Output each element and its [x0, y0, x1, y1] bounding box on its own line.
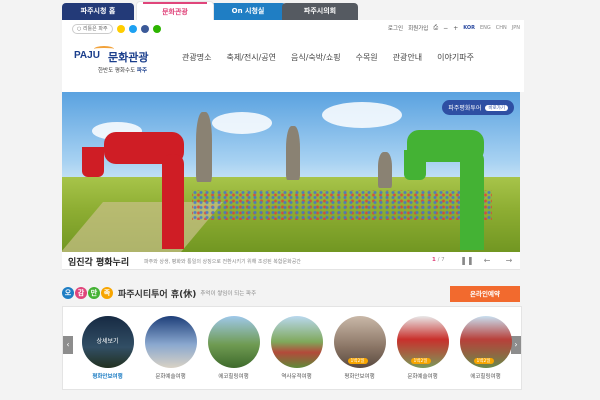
city-tour-heading: 오 감 만 족 파주시티투어 휴(休) 추억이 쌓임이 되는 파주	[62, 286, 256, 300]
tour-item[interactable]: 문화예술여행	[139, 316, 202, 380]
peace-tour-badge[interactable]: 파주평화투어 바로가기	[442, 100, 514, 115]
statue	[286, 126, 300, 180]
detail-view-overlay: 상세보기	[81, 316, 134, 368]
duration-badge: 1박2일	[347, 358, 368, 364]
lang-eng[interactable]: ENG	[480, 25, 491, 31]
tour-item[interactable]: 역사유적여행	[265, 316, 328, 380]
zoom-in-icon[interactable]: +	[453, 25, 458, 32]
utility-left: ○ 리틀은 파주	[72, 24, 161, 34]
tour-item-label: 문화예술여행	[407, 374, 438, 380]
tour-item[interactable]: 상세보기 평화안보여행	[76, 316, 139, 380]
tab-culture-tourism[interactable]: 문화관광	[136, 1, 214, 21]
hero-description: 파주와 상생, 평화와 통일의 상징으로 전환시키기 위해 조성된 복합문화공간	[144, 259, 301, 265]
tour-thumb-image	[270, 316, 323, 368]
tab-council[interactable]: 파주시의회	[282, 3, 358, 20]
nav-tour-info[interactable]: 관광안내	[393, 52, 422, 63]
twitter-icon[interactable]	[128, 25, 137, 33]
nav-story-paju[interactable]: 이야기파주	[437, 52, 474, 63]
red-faucet-post	[162, 154, 184, 249]
join-link[interactable]: 회원가입	[408, 24, 428, 32]
circle-letter-o: 오	[62, 287, 74, 299]
tour-item[interactable]: 1박2일 평화안보여행	[328, 316, 391, 380]
duration-badge: 1박2일	[410, 358, 431, 364]
lang-chn[interactable]: CHN	[496, 25, 507, 31]
green-faucet-spout	[404, 150, 426, 180]
hero-slide-image[interactable]: 파주평화투어 바로가기	[62, 92, 520, 252]
tour-item[interactable]: 1박2일 문화예술여행	[391, 316, 454, 380]
city-tour-subtitle: 추억이 쌓임이 되는 파주	[200, 291, 257, 297]
nav-arboretum[interactable]: 수목원	[356, 52, 378, 63]
peace-tour-label: 파주평화투어	[448, 105, 482, 112]
circle-letter-jok: 족	[101, 287, 113, 299]
tour-thumb-image: 1박2일	[459, 316, 512, 368]
zoom-out-icon[interactable]: −	[443, 25, 448, 32]
logo-subtitle: 한반도 평화수도 파주	[98, 66, 147, 74]
tour-thumb-image: 상세보기	[81, 316, 134, 368]
lang-kor[interactable]: KOR	[463, 25, 475, 31]
tour-item-label: 에코힐링여행	[470, 374, 501, 380]
statue	[378, 152, 392, 188]
online-reservation-button[interactable]: 온라인예약	[450, 286, 520, 302]
site-tabs: 파주시청 홈 On 시청실 파주시의회 문화관광	[0, 0, 600, 21]
nav-attractions[interactable]: 관광명소	[182, 52, 211, 63]
carousel-prev-button[interactable]: ‹	[63, 336, 73, 354]
circle-letter-gam: 감	[75, 287, 87, 299]
statue	[196, 112, 212, 182]
logo-sub-city: 파주	[136, 68, 148, 74]
pinwheel-field	[192, 190, 492, 220]
tour-item-label: 평화안보여행	[92, 374, 123, 380]
tour-thumb-image	[144, 316, 197, 368]
tour-thumbnails: 상세보기 평화안보여행 문화예술여행 에코힐링여행 역사유적여행 1박2일 평화…	[76, 316, 517, 380]
duration-badge: 1박2일	[473, 358, 494, 364]
tour-item[interactable]: 에코힐링여행	[202, 316, 265, 380]
header: ○ 리틀은 파주 로그인 회원가입 ⎙ − + KOR ENG CHN JPN …	[62, 20, 524, 92]
city-tour-title: 파주시티투어 휴(休)	[118, 289, 197, 300]
tour-thumb-image: 1박2일	[333, 316, 386, 368]
logo-sub-prefix: 한반도 평화수도	[98, 68, 137, 74]
kids-site-button[interactable]: ○ 리틀은 파주	[72, 24, 113, 34]
tour-item-label: 역사유적여행	[281, 374, 312, 380]
main-nav: 관광명소 축제/전시/공연 음식/숙박/쇼핑 수목원 관광안내 이야기파주	[182, 52, 489, 63]
tab-online-mayor[interactable]: On 시청실	[210, 3, 286, 20]
nav-festivals[interactable]: 축제/전시/공연	[226, 52, 276, 63]
next-slide-button[interactable]: →	[502, 255, 516, 267]
pause-button[interactable]: ❚❚	[460, 255, 474, 267]
tour-item-label: 에코힐링여행	[218, 374, 249, 380]
site-logo[interactable]: PAJU 문화관광 한반도 평화수도 파주	[74, 46, 174, 86]
prev-slide-button[interactable]: ←	[480, 255, 494, 267]
cloud	[212, 112, 272, 134]
utility-right: 로그인 회원가입 ⎙ − + KOR ENG CHN JPN	[388, 24, 520, 32]
tour-item-label: 평화안보여행	[344, 374, 375, 380]
blog-icon[interactable]	[152, 25, 161, 33]
slide-total: / 7	[435, 257, 445, 263]
login-link[interactable]: 로그인	[388, 24, 403, 32]
cloud	[322, 102, 402, 128]
nav-food-stay-shop[interactable]: 음식/숙박/쇼핑	[291, 52, 341, 63]
tour-item[interactable]: 1박2일 에코힐링여행	[454, 316, 517, 380]
facebook-icon[interactable]	[140, 25, 149, 33]
print-icon[interactable]: ⎙	[433, 24, 438, 32]
tour-thumb-image: 1박2일	[396, 316, 449, 368]
kakao-story-icon[interactable]	[116, 25, 125, 33]
red-faucet-spout	[82, 147, 104, 177]
circle-letter-man: 만	[88, 287, 100, 299]
hero-caption: 임진각 평화누리 파주와 상생, 평화와 통일의 상징으로 전환시키기 위해 조…	[62, 252, 520, 270]
tour-item-label: 문화예술여행	[155, 374, 186, 380]
slide-counter: 1 / 7	[432, 257, 445, 263]
logo-ko: 문화관광	[108, 51, 149, 64]
hero-title: 임진각 평화누리	[68, 258, 130, 268]
lang-jpn[interactable]: JPN	[512, 25, 520, 31]
tab-city-home[interactable]: 파주시청 홈	[62, 3, 134, 20]
tour-thumb-image	[207, 316, 260, 368]
green-faucet-post	[460, 150, 484, 250]
logo-en: PAJU	[74, 50, 100, 61]
peace-tour-shortcut: 바로가기	[485, 104, 508, 111]
